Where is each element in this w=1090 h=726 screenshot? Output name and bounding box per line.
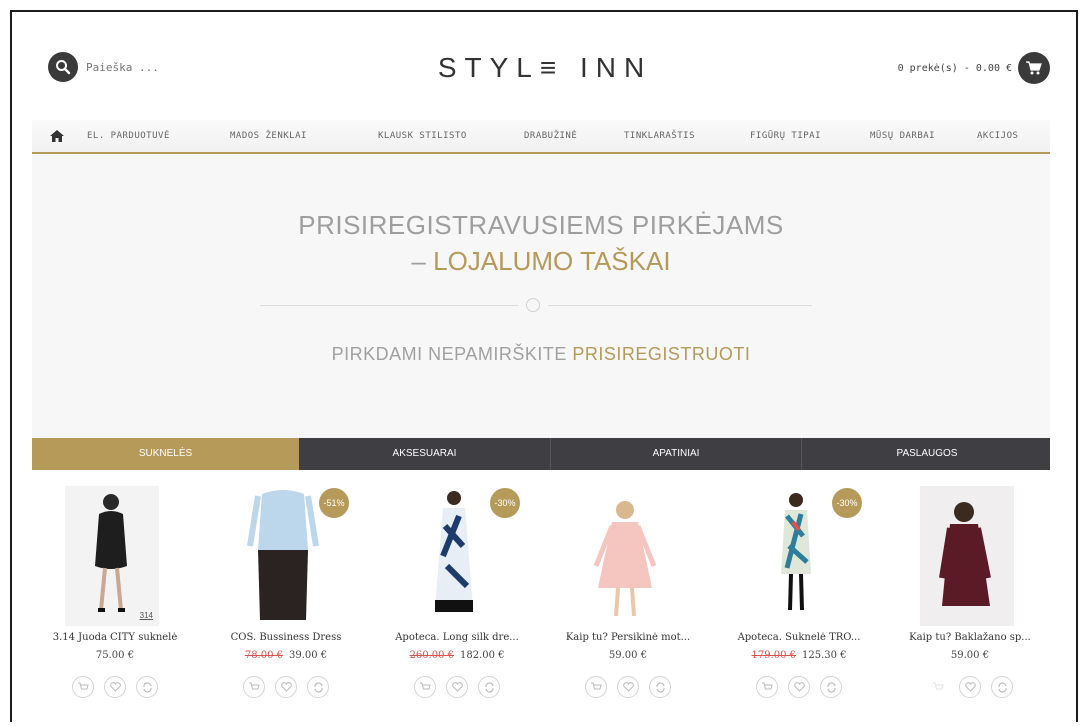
product-current-price: 59.00 € — [608, 650, 648, 661]
product-current-price: 59.00 € — [950, 650, 990, 661]
product-price: 59.00 € — [553, 650, 703, 661]
wishlist-heart-icon[interactable] — [959, 676, 981, 698]
banner-highlight: LOJALUMO TAŠKAI — [433, 246, 671, 276]
product-actions — [553, 676, 703, 698]
discount-badge: -30% — [832, 488, 862, 518]
product-image[interactable] — [749, 486, 843, 626]
tab-lingerie[interactable]: APATINIAI — [550, 438, 801, 470]
product-image-tag: 314 — [139, 611, 153, 620]
product-current-price: 39.00 € — [289, 650, 328, 661]
banner-divider-left — [260, 305, 518, 306]
product-name[interactable]: Apoteca. Long silk dre... — [382, 632, 532, 643]
product-image[interactable] — [236, 486, 330, 626]
wishlist-heart-icon[interactable] — [446, 676, 468, 698]
compare-icon[interactable] — [820, 676, 842, 698]
product-name[interactable]: COS. Bussiness Dress — [211, 632, 361, 643]
product-card[interactable]: -30% Apoteca. Suknelė TRO... 179.00 € 125… — [724, 476, 874, 726]
product-image[interactable] — [407, 486, 501, 626]
banner-subheadline: – LOJALUMO TAŠKAI — [32, 246, 1050, 277]
compare-icon[interactable] — [307, 676, 329, 698]
product-card[interactable]: -30% Apoteca. Long silk dre... 260.00 € 1… — [382, 476, 532, 726]
wishlist-heart-icon[interactable] — [617, 676, 639, 698]
page: Paieška ... STYL≡ INN 0 prekė(s) - 0.00 … — [20, 20, 1070, 726]
banner-cta: PIRKDAMI NEPAMIRŠKITE PRISIREGISTRUOTI — [32, 344, 1050, 365]
discount-badge: -30% — [490, 488, 520, 518]
product-price: 75.00 € — [40, 650, 190, 661]
product-old-price: 179.00 € — [751, 650, 796, 661]
product-image[interactable] — [920, 486, 1014, 626]
discount-badge: -51% — [319, 488, 349, 518]
tab-dresses[interactable]: SUKNELĖS — [32, 438, 299, 470]
product-current-price: 125.30 € — [802, 650, 847, 661]
product-current-price: 182.00 € — [460, 650, 505, 661]
product-old-price: 260.00 € — [409, 650, 454, 661]
product-card[interactable]: Kaip tu? Baklažano sp... 59.00 € — [895, 476, 1045, 726]
compare-icon[interactable] — [991, 676, 1013, 698]
product-price: 78.00 € 39.00 € — [211, 650, 361, 661]
nav-item-blog[interactable]: TINKLARAŠTIS — [624, 131, 695, 141]
product-actions — [382, 676, 532, 698]
product-price: 179.00 € 125.30 € — [724, 650, 874, 661]
wishlist-heart-icon[interactable] — [275, 676, 297, 698]
add-to-cart-icon[interactable] — [585, 676, 607, 698]
product-price: 260.00 € 182.00 € — [382, 650, 532, 661]
nav-item-brands[interactable]: MADOS ŽENKLAI — [230, 131, 307, 141]
product-actions — [724, 676, 874, 698]
wishlist-heart-icon[interactable] — [788, 676, 810, 698]
product-name[interactable]: Apoteca. Suknelė TRO... — [724, 632, 874, 643]
nav-item-shop[interactable]: EL. PARDUOTUVĖ — [87, 131, 170, 141]
product-name[interactable]: Kaip tu? Baklažano sp... — [895, 632, 1045, 643]
banner-headline: PRISIREGISTRAVUSIEMS PIRKĖJAMS — [298, 210, 784, 240]
tab-accessories[interactable]: AKSESUARAI — [299, 438, 550, 470]
product-actions — [40, 676, 190, 698]
product-current-price: 75.00 € — [95, 650, 135, 661]
compare-icon[interactable] — [136, 676, 158, 698]
product-old-price: 78.00 € — [244, 650, 283, 661]
add-to-cart-icon[interactable] — [243, 676, 265, 698]
nav-item-ask-stylist[interactable]: KLAUSK STILISTO — [378, 131, 467, 141]
nav-item-wardrobe[interactable]: DRABUŽINĖ — [524, 131, 577, 141]
cart-summary[interactable]: 0 prekė(s) - 0.00 € — [898, 63, 1012, 74]
product-actions — [211, 676, 361, 698]
banner-divider-right — [548, 305, 812, 306]
add-to-cart-icon[interactable] — [72, 676, 94, 698]
banner-cta-text: PIRKDAMI NEPAMIRŠKITE — [331, 344, 573, 364]
nav-item-sales[interactable]: AKCIJOS — [977, 131, 1018, 141]
product-image[interactable]: 314 — [65, 486, 159, 626]
product-name[interactable]: Kaip tu? Persikinė mot... — [553, 632, 703, 643]
compare-icon[interactable] — [649, 676, 671, 698]
compare-icon[interactable] — [478, 676, 500, 698]
header: Paieška ... STYL≡ INN 0 prekė(s) - 0.00 … — [20, 20, 1070, 120]
category-tabs: SUKNELĖS AKSESUARAI APATINIAI PASLAUGOS — [32, 438, 1050, 470]
product-card[interactable]: 314 3.14 Juoda CITY suknelė 75.00 € — [40, 476, 190, 726]
cart-widget[interactable]: 0 prekė(s) - 0.00 € — [898, 52, 1050, 84]
tab-services[interactable]: PASLAUGOS — [801, 438, 1052, 470]
add-to-cart-icon[interactable] — [756, 676, 778, 698]
banner-cta-link[interactable]: PRISIREGISTRUOTI — [572, 344, 750, 364]
banner-divider-circle — [526, 298, 540, 312]
promo-banner[interactable]: PRISIREGISTRAVUSIEMS PIRKĖJAMS – LOJALUM… — [32, 154, 1050, 438]
home-icon[interactable] — [32, 130, 82, 142]
product-card[interactable]: -51% COS. Bussiness Dress 78.00 € 39.00 € — [211, 476, 361, 726]
product-card[interactable]: Kaip tu? Persikinė mot... 59.00 € — [553, 476, 703, 726]
nav-item-our-works[interactable]: MŪSŲ DARBAI — [870, 131, 935, 141]
product-price: 59.00 € — [895, 650, 1045, 661]
wishlist-heart-icon[interactable] — [104, 676, 126, 698]
add-to-cart-icon[interactable] — [414, 676, 436, 698]
product-name[interactable]: 3.14 Juoda CITY suknelė — [40, 632, 190, 643]
cart-icon[interactable] — [1018, 52, 1050, 84]
add-to-cart-icon[interactable] — [927, 676, 949, 698]
main-nav: EL. PARDUOTUVĖ MADOS ŽENKLAI KLAUSK STIL… — [32, 120, 1050, 154]
banner-dash: – — [411, 246, 434, 276]
nav-item-figure-types[interactable]: FIGŪRŲ TIPAI — [750, 131, 821, 141]
product-actions — [895, 676, 1045, 698]
product-image[interactable] — [578, 486, 672, 626]
